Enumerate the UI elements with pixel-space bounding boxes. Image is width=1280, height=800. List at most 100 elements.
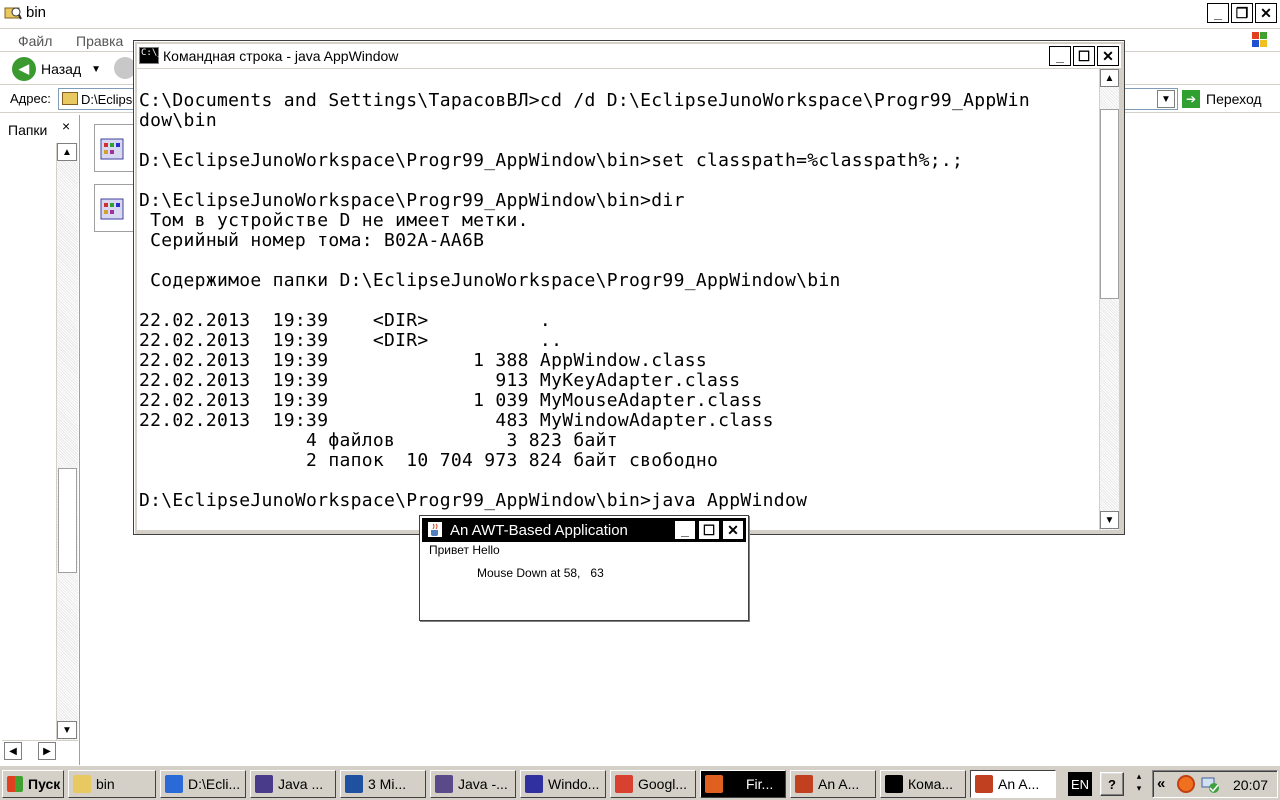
tray-expand-icon[interactable]: «: [1157, 775, 1165, 792]
start-button[interactable]: Пуск: [2, 770, 64, 798]
taskbar-button[interactable]: Кома...: [880, 770, 966, 798]
folders-hscroll[interactable]: ◀ ▶: [2, 740, 78, 760]
lang-indicator[interactable]: EN: [1068, 772, 1092, 796]
cmd-output: C:\Documents and Settings\ТарасовВЛ>cd /…: [139, 91, 1030, 511]
awt-title: An AWT-Based Application: [450, 522, 628, 539]
folders-header: Папки ×: [2, 118, 78, 142]
cmd-line: 22.02.2013 19:39 1 039 MyMouseAdapter.cl…: [139, 390, 763, 411]
cmd-icon: [885, 775, 903, 793]
scroll-left-icon[interactable]: ◀: [4, 742, 22, 760]
word-icon: [345, 775, 363, 793]
clock: 20:07: [1233, 777, 1269, 793]
taskbar-button[interactable]: bin: [68, 770, 156, 798]
folders-label: Папки: [8, 122, 48, 138]
go-button[interactable]: ➔ Переход: [1182, 88, 1276, 110]
taskbar-button[interactable]: An A...: [970, 770, 1056, 798]
cmd-line: Том в устройстве D не имеет метки.: [139, 210, 529, 231]
folder-search-icon: [4, 4, 22, 20]
taskbar-button-label: D:\Ecli...: [188, 776, 241, 792]
cmd-line: 22.02.2013 19:39 <DIR> .: [139, 310, 552, 331]
ie-icon: [165, 775, 183, 793]
taskbar-button[interactable]: Googl...: [610, 770, 696, 798]
folders-scrollbar[interactable]: ▲ ▼: [56, 143, 78, 740]
file-icon[interactable]: [94, 124, 134, 172]
menu-edit[interactable]: Правка: [76, 33, 123, 49]
taskbar-button[interactable]: Java -...: [430, 770, 516, 798]
cmd-line: 22.02.2013 19:39 913 MyKeyAdapter.class: [139, 370, 741, 391]
back-label: Назад: [41, 61, 82, 77]
help-icon[interactable]: ?: [1100, 772, 1124, 796]
java-app-icon: [795, 775, 813, 793]
taskbar-button[interactable]: Fir...: [700, 770, 786, 798]
system-tray: « 20:07: [1152, 770, 1278, 798]
tray-app-icon[interactable]: [1177, 775, 1195, 793]
cmd-line: D:\EclipseJunoWorkspace\Progr99_AppWindo…: [139, 190, 685, 211]
file-icon[interactable]: [94, 184, 134, 232]
cmd-console[interactable]: C:\Documents and Settings\ТарасовВЛ>cd /…: [137, 69, 1099, 530]
address-dropdown-icon[interactable]: ▼: [1157, 90, 1175, 108]
address-folder-icon: [62, 92, 78, 105]
eclipse-icon: [255, 775, 273, 793]
explorer-title-bar: bin _ ❐ ✕: [0, 0, 1280, 26]
awt-greeting: Привет Hello: [429, 543, 500, 557]
lang-arrows-icon[interactable]: ▴ ▾: [1130, 770, 1148, 798]
cmd-line: [139, 291, 1030, 311]
taskbar-button-label: bin: [96, 776, 115, 792]
close-button[interactable]: ✕: [1255, 3, 1277, 23]
cmd-line: D:\EclipseJunoWorkspace\Progr99_AppWindo…: [139, 490, 808, 511]
awt-status: Mouse Down at 58, 63: [477, 566, 604, 580]
taskbar-button[interactable]: 3 Mi...: [340, 770, 426, 798]
java-icon: [435, 775, 453, 793]
java-app-icon: [975, 775, 993, 793]
chrome-icon: [615, 775, 633, 793]
awt-window[interactable]: An AWT-Based Application _ ☐ ✕ Привет He…: [419, 515, 749, 621]
awt-maximize-button[interactable]: ☐: [698, 520, 720, 540]
cmd-window: C:\_ Командная строка - java AppWindow _…: [133, 40, 1125, 535]
taskbar-button[interactable]: Java ...: [250, 770, 336, 798]
scroll-right-icon[interactable]: ▶: [38, 742, 56, 760]
taskbar-button-label: Googl...: [638, 776, 688, 792]
taskbar-button-label: An A...: [998, 776, 1040, 792]
address-value: D:\Eclipse: [81, 92, 140, 107]
start-label: Пуск: [28, 776, 61, 792]
cmd-scroll-thumb[interactable]: [1100, 109, 1119, 299]
awt-close-button[interactable]: ✕: [722, 520, 744, 540]
cmd-close-button[interactable]: ✕: [1097, 46, 1119, 66]
address-label: Адрес:: [10, 91, 51, 106]
cmd-scroll-down-icon[interactable]: ▼: [1100, 511, 1119, 529]
network-icon[interactable]: [1199, 775, 1221, 795]
taskbar-button[interactable]: D:\Ecli...: [160, 770, 246, 798]
cmd-title: Командная строка - java AppWindow: [163, 48, 399, 64]
cmd-line: Содержимое папки D:\EclipseJunoWorkspace…: [139, 270, 841, 291]
taskbar-button[interactable]: Windo...: [520, 770, 606, 798]
taskbar-button-label: 3 Mi...: [368, 776, 407, 792]
lang-label: EN: [1070, 776, 1090, 792]
scroll-up-icon[interactable]: ▲: [57, 143, 77, 161]
scroll-down-icon[interactable]: ▼: [57, 721, 77, 739]
cmd-line: 22.02.2013 19:39 483 MyWindowAdapter.cla…: [139, 410, 774, 431]
folders-close-icon[interactable]: ×: [62, 118, 70, 134]
cmd-line: 22.02.2013 19:39 1 388 AppWindow.class: [139, 350, 707, 371]
back-button[interactable]: ◀ Назад ▼: [6, 55, 112, 83]
cmd-minimize-button[interactable]: _: [1049, 46, 1071, 66]
cmd-scroll-up-icon[interactable]: ▲: [1100, 69, 1119, 87]
cmd-maximize-button[interactable]: ☐: [1073, 46, 1095, 66]
cmd-title-bar: C:\_ Командная строка - java AppWindow _…: [137, 44, 1121, 68]
taskbar-button-label: Fir...: [746, 776, 774, 792]
taskbar-button-label: Java -...: [458, 776, 508, 792]
taskbar-button-label: Java ...: [278, 776, 324, 792]
cmd-line: [139, 171, 1030, 191]
cmd-icon: C:\_: [139, 47, 163, 64]
cmd-line: 22.02.2013 19:39 <DIR> ..: [139, 330, 563, 351]
taskbar-button-label: Кома...: [908, 776, 954, 792]
restore-button[interactable]: ❐: [1231, 3, 1253, 23]
minimize-button[interactable]: _: [1207, 3, 1229, 23]
floppy-icon: [525, 775, 543, 793]
back-arrow-icon: ◀: [12, 57, 36, 81]
taskbar-button[interactable]: An A...: [790, 770, 876, 798]
cmd-scrollbar[interactable]: ▲ ▼: [1099, 69, 1119, 530]
awt-minimize-button[interactable]: _: [674, 520, 696, 540]
scroll-thumb[interactable]: [58, 468, 77, 573]
menu-file[interactable]: Файл: [18, 33, 52, 49]
awt-title-bar: An AWT-Based Application _ ☐ ✕: [422, 518, 746, 542]
